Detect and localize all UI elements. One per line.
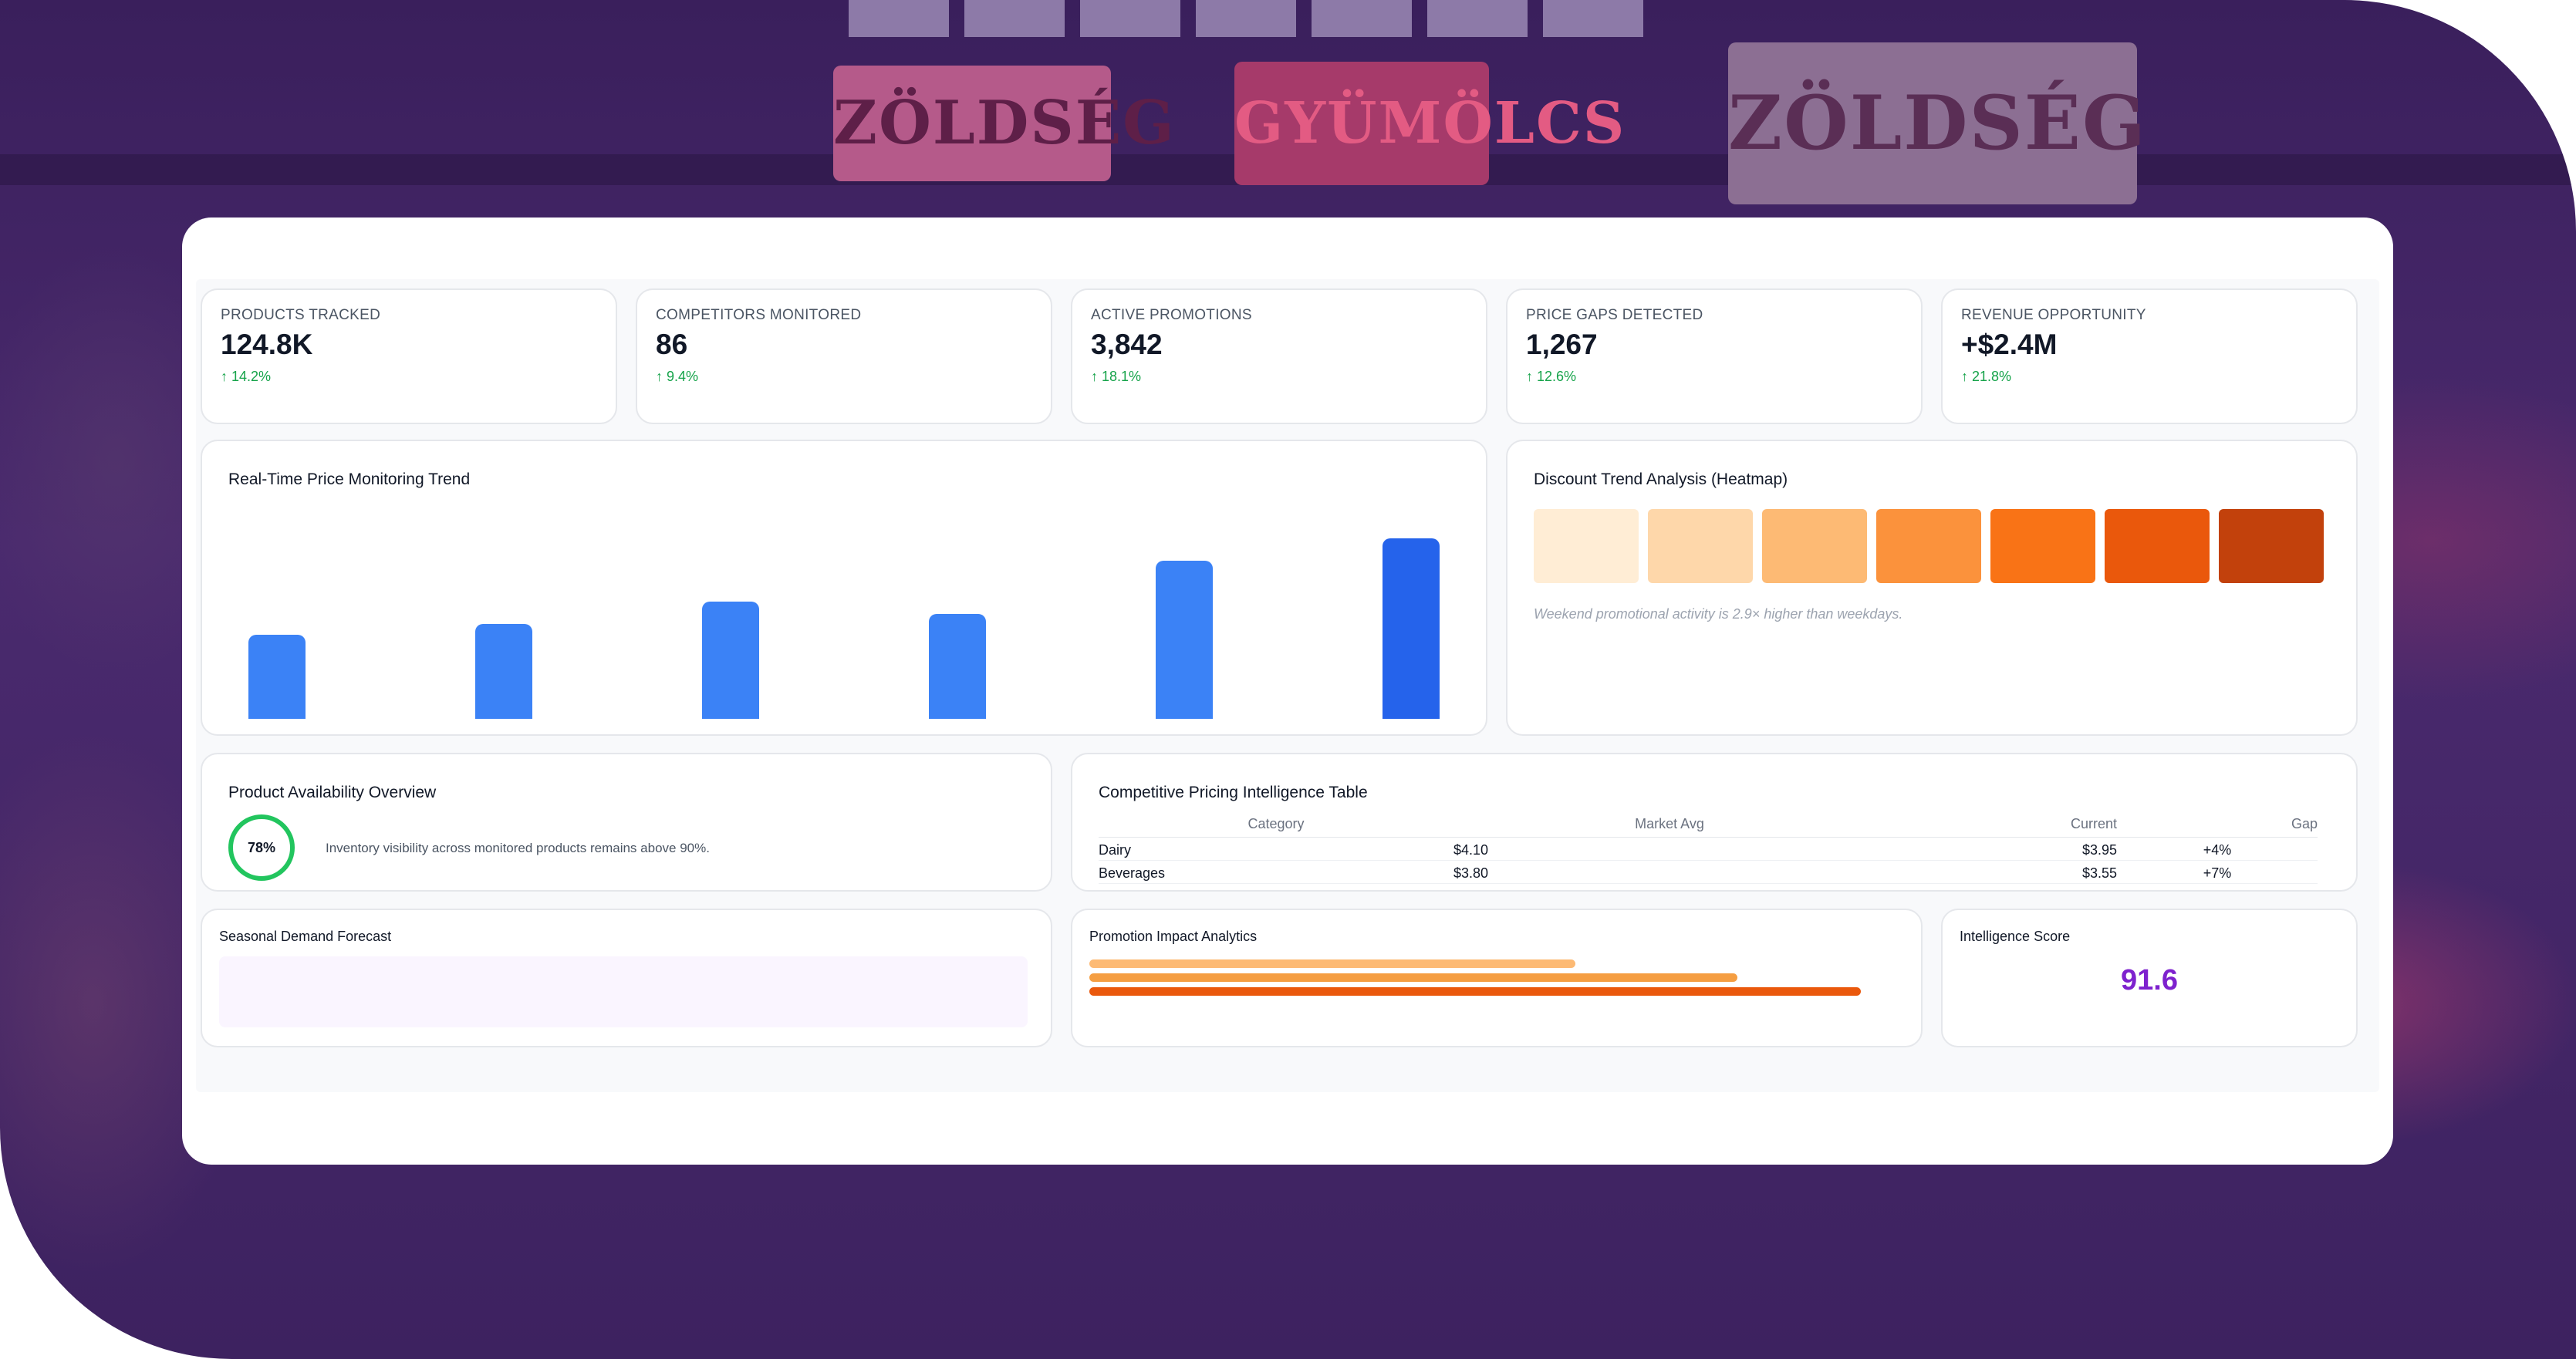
intelligence-score-value: 91.6 [2121, 964, 2178, 996]
window-pane [964, 0, 1065, 37]
window-pane [1543, 0, 1643, 37]
column-header: Market Avg [1453, 816, 1886, 838]
promotion-bar [1089, 987, 1861, 996]
availability-card: Product Availability Overview 78% Invent… [201, 753, 1052, 892]
kpi-delta: ↑ 12.6% [1526, 369, 1577, 384]
chart-bar [248, 635, 306, 719]
cell-market-avg: $4.10 [1453, 837, 1886, 861]
kpi-value: +$2.4M [1961, 329, 2058, 360]
window-pane [1080, 0, 1180, 37]
kpi-card-promotions: ACTIVE PROMOTIONS 3,842 ↑ 18.1% [1071, 288, 1487, 424]
seasonal-forecast-card: Seasonal Demand Forecast [201, 909, 1052, 1047]
column-header: Current [1886, 816, 2117, 838]
promotion-bar [1089, 973, 1737, 982]
heatmap-cell [1990, 509, 2095, 583]
cell-category: Dairy [1099, 837, 1453, 861]
promotion-impact-card: Promotion Impact Analytics [1071, 909, 1923, 1047]
chart-bar [1156, 561, 1213, 719]
kpi-card-price-gaps: PRICE GAPS DETECTED 1,267 ↑ 12.6% [1506, 288, 1923, 424]
window-pane [1312, 0, 1412, 37]
heatmap-cell [1534, 509, 1639, 583]
promotion-bar [1089, 959, 1575, 968]
kpi-label: ACTIVE PROMOTIONS [1091, 307, 1252, 323]
seasonal-forecast-chart [219, 956, 1028, 1027]
kpi-value: 124.8K [221, 329, 313, 360]
cell-current: $3.55 [1886, 860, 2117, 884]
heatmap-card: Discount Trend Analysis (Heatmap) Weeken… [1506, 440, 2358, 736]
heatmap-cell [2219, 509, 2324, 583]
chart-bar [929, 614, 986, 719]
kpi-label: REVENUE OPPORTUNITY [1961, 307, 2146, 323]
promotion-impact-title: Promotion Impact Analytics [1089, 929, 1258, 944]
market-sign: GYÜMÖLCS [1234, 62, 1624, 185]
intelligence-score-card: Intelligence Score 91.6 [1941, 909, 2358, 1047]
chart-bar [1383, 538, 1440, 719]
dashboard-panel: PRODUCTS TRACKED 124.8K ↑ 14.2% COMPETIT… [182, 218, 2393, 1165]
cell-market-avg: $3.80 [1453, 860, 1886, 884]
heatmap-note: Weekend promotional activity is 2.9× hig… [1534, 606, 1903, 622]
table-header-row: Category Market Avg Current Gap [1099, 816, 2318, 838]
cell-current: $3.95 [1886, 837, 2117, 861]
heatmap-cell [1648, 509, 1753, 583]
kpi-value: 1,267 [1526, 329, 1598, 360]
cell-gap: +4% [2117, 837, 2318, 861]
kpi-delta: ↑ 9.4% [656, 369, 699, 384]
pricing-table: Category Market Avg Current Gap Dairy $4… [1099, 816, 2318, 884]
window-pane [1196, 0, 1296, 37]
chart-bar [475, 624, 532, 719]
price-trend-title: Real-Time Price Monitoring Trend [228, 470, 471, 488]
heatmap-title: Discount Trend Analysis (Heatmap) [1534, 470, 1788, 488]
kpi-delta: ↑ 18.1% [1091, 369, 1142, 384]
window-pane [849, 0, 949, 37]
kpi-label: PRODUCTS TRACKED [221, 307, 381, 323]
table-row: Beverages $3.80 $3.55 +7% [1099, 860, 2318, 884]
kpi-card-products: PRODUCTS TRACKED 124.8K ↑ 14.2% [201, 288, 617, 424]
heatmap-cell [2105, 509, 2210, 583]
column-header: Category [1099, 816, 1453, 838]
kpi-value: 3,842 [1091, 329, 1163, 360]
availability-ring: 78% [228, 814, 295, 881]
kpi-delta: ↑ 21.8% [1961, 369, 2012, 384]
heatmap-cell [1762, 509, 1867, 583]
market-sign: ZÖLDSÉG [1728, 42, 2146, 204]
heatmap-cell [1876, 509, 1981, 583]
pricing-table-card: Competitive Pricing Intelligence Table C… [1071, 753, 2358, 892]
kpi-delta: ↑ 14.2% [221, 369, 272, 384]
intelligence-score-title: Intelligence Score [1960, 929, 2071, 944]
market-sign: ZÖLDSÉG [833, 66, 1174, 181]
kpi-value: 86 [656, 329, 688, 360]
window-pane [1427, 0, 1528, 37]
chart-bar [702, 602, 759, 719]
dashboard-content: PRODUCTS TRACKED 124.8K ↑ 14.2% COMPETIT… [196, 279, 2379, 1092]
price-trend-chart [248, 518, 1440, 728]
pricing-table-title: Competitive Pricing Intelligence Table [1099, 784, 1368, 801]
price-trend-card: Real-Time Price Monitoring Trend [201, 440, 1487, 736]
table-row: Dairy $4.10 $3.95 +4% [1099, 837, 2318, 861]
kpi-card-competitors: COMPETITORS MONITORED 86 ↑ 9.4% [636, 288, 1052, 424]
kpi-label: PRICE GAPS DETECTED [1526, 307, 1703, 323]
cell-category: Beverages [1099, 860, 1453, 884]
kpi-label: COMPETITORS MONITORED [656, 307, 862, 323]
availability-text: Inventory visibility across monitored pr… [326, 841, 710, 855]
cell-gap: +7% [2117, 860, 2318, 884]
column-header: Gap [2117, 816, 2318, 838]
availability-title: Product Availability Overview [228, 784, 437, 801]
kpi-card-revenue: REVENUE OPPORTUNITY +$2.4M ↑ 21.8% [1941, 288, 2358, 424]
seasonal-forecast-title: Seasonal Demand Forecast [219, 929, 392, 944]
